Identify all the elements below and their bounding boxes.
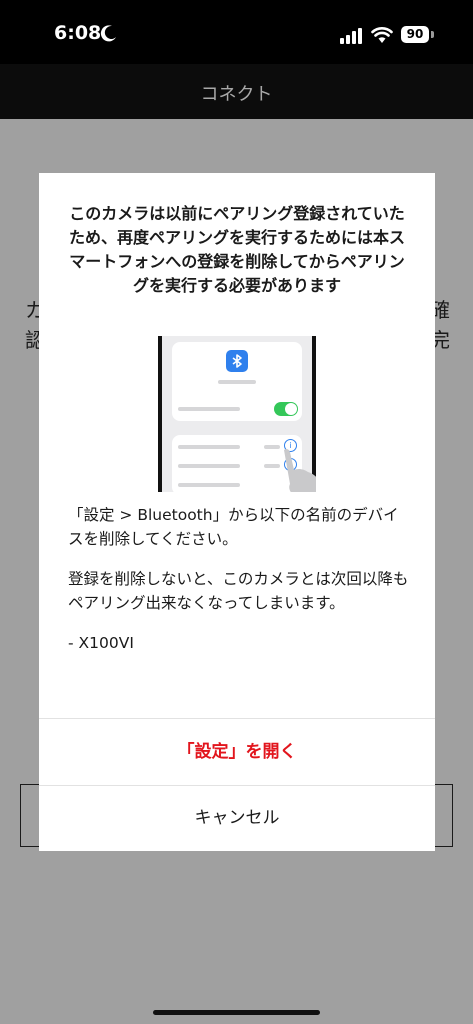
page-title: コネクト xyxy=(200,84,273,105)
bluetooth-toggle xyxy=(274,402,298,416)
illustration-line xyxy=(178,464,240,468)
cellular-signal-icon xyxy=(340,28,362,44)
battery-tip xyxy=(431,31,434,38)
bluetooth-card xyxy=(172,342,302,421)
pointing-hand-icon xyxy=(284,448,316,492)
illustration-line xyxy=(218,380,256,384)
illustration-line xyxy=(264,445,280,449)
instruction-text: 「設定 > Bluetooth」から以下の名前のデバイスを削除してください。 xyxy=(68,506,399,548)
illustration-line xyxy=(264,464,280,468)
cancel-button[interactable]: キャンセル xyxy=(39,786,435,851)
device-name: - X100VI xyxy=(68,634,134,652)
bluetooth-icon xyxy=(226,350,248,372)
phone-screen: i i xyxy=(162,336,316,492)
pairing-alert-dialog: このカメラは以前にペアリング登録されていたため、再度ペアリングを実行するためには… xyxy=(39,173,435,851)
warning-text: 登録を削除しないと、このカメラとは次回以降もペアリング出来なくなってしまいます。 xyxy=(68,570,409,612)
open-settings-button[interactable]: 「設定」を開く xyxy=(39,719,435,785)
illustration-line xyxy=(178,483,240,487)
illustration-line xyxy=(178,445,240,449)
wifi-icon xyxy=(371,27,393,43)
illustration-line xyxy=(178,407,240,411)
dialog-body: 「設定 > Bluetooth」から以下の名前のデバイスを削除してください。 登… xyxy=(68,503,410,671)
home-indicator[interactable] xyxy=(153,1010,320,1015)
navigation-bar: コネクト xyxy=(0,64,473,119)
status-time: 6:08 xyxy=(54,22,102,44)
do-not-disturb-moon-icon xyxy=(100,25,116,42)
bluetooth-settings-illustration: i i xyxy=(158,336,316,492)
battery-indicator: 90 xyxy=(401,26,429,43)
status-bar: 6:08 90 xyxy=(0,0,473,64)
dialog-title: このカメラは以前にペアリング登録されていたため、再度ペアリングを実行するためには… xyxy=(68,204,405,295)
